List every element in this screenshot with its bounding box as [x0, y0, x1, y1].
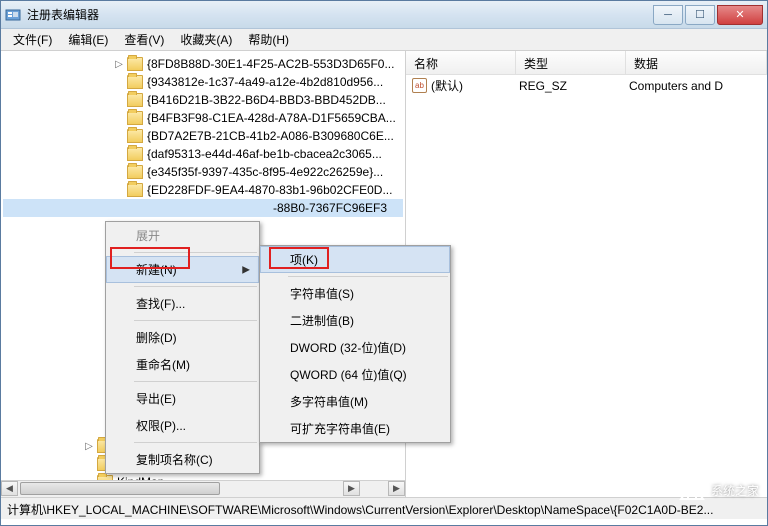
watermark-logo-icon — [679, 479, 705, 501]
folder-icon — [127, 111, 143, 125]
ctx-new-multi[interactable]: 多字符串值(M) — [260, 388, 450, 415]
menu-view[interactable]: 查看(V) — [116, 29, 172, 50]
titlebar: 注册表编辑器 ─ ☐ ✕ — [1, 1, 767, 29]
watermark: 系统之家 — [679, 479, 759, 501]
ctx-new-binary[interactable]: 二进制值(B) — [260, 307, 450, 334]
ctx-expand: 展开 — [106, 222, 259, 249]
expand-icon[interactable]: ▷ — [83, 440, 95, 452]
tree-item[interactable]: ▷{8FD8B88D-30E1-4F25-AC2B-553D3D65F0... — [3, 55, 403, 73]
app-icon — [5, 7, 21, 23]
ctx-new-dword[interactable]: DWORD (32-位)值(D) — [260, 334, 450, 361]
tree-item[interactable]: {e345f35f-9397-435c-8f95-4e922c26259e}..… — [3, 163, 403, 181]
string-value-icon: ab — [412, 78, 427, 93]
ctx-export[interactable]: 导出(E) — [106, 385, 259, 412]
menubar: 文件(F) 编辑(E) 查看(V) 收藏夹(A) 帮助(H) — [1, 29, 767, 51]
context-menu-main: 展开 新建(N)▶ 查找(F)... 删除(D) 重命名(M) 导出(E) 权限… — [105, 221, 260, 474]
content: ▷{8FD8B88D-30E1-4F25-AC2B-553D3D65F0... … — [1, 51, 767, 497]
ctx-delete[interactable]: 删除(D) — [106, 324, 259, 351]
folder-icon — [127, 93, 143, 107]
col-type[interactable]: 类型 — [516, 51, 626, 74]
col-data[interactable]: 数据 — [626, 51, 767, 74]
ctx-find[interactable]: 查找(F)... — [106, 290, 259, 317]
folder-icon — [127, 165, 143, 179]
folder-icon — [127, 129, 143, 143]
close-button[interactable]: ✕ — [717, 5, 763, 25]
window: 注册表编辑器 ─ ☐ ✕ 文件(F) 编辑(E) 查看(V) 收藏夹(A) 帮助… — [0, 0, 768, 526]
folder-icon — [127, 75, 143, 89]
folder-icon — [127, 57, 143, 71]
menu-help[interactable]: 帮助(H) — [240, 29, 297, 50]
minimize-button[interactable]: ─ — [653, 5, 683, 25]
menu-edit[interactable]: 编辑(E) — [60, 29, 116, 50]
expand-icon[interactable]: ▷ — [113, 58, 125, 70]
context-menu-new: 项(K) 字符串值(S) 二进制值(B) DWORD (32-位)值(D) QW… — [259, 245, 451, 443]
ctx-copy-key-name[interactable]: 复制项名称(C) — [106, 446, 259, 473]
maximize-button[interactable]: ☐ — [685, 5, 715, 25]
window-title: 注册表编辑器 — [27, 6, 653, 23]
menu-file[interactable]: 文件(F) — [5, 29, 60, 50]
ctx-rename[interactable]: 重命名(M) — [106, 351, 259, 378]
submenu-arrow-icon: ▶ — [242, 264, 250, 275]
folder-icon — [127, 183, 143, 197]
ctx-new-key[interactable]: 项(K) — [260, 246, 450, 273]
ctx-new-expand[interactable]: 可扩充字符串值(E) — [260, 415, 450, 442]
ctx-new-qword[interactable]: QWORD (64 位)值(Q) — [260, 361, 450, 388]
folder-icon — [127, 147, 143, 161]
ctx-new-string[interactable]: 字符串值(S) — [260, 280, 450, 307]
value-data: Computers and D — [629, 79, 723, 93]
ctx-permissions[interactable]: 权限(P)... — [106, 412, 259, 439]
tree-item[interactable]: {B4FB3F98-C1EA-428d-A78A-D1F5659CBA... — [3, 109, 403, 127]
status-path: 计算机\HKEY_LOCAL_MACHINE\SOFTWARE\Microsof… — [7, 503, 713, 517]
tree-item[interactable]: {B416D21B-3B22-B6D4-BBD3-BBD452DB... — [3, 91, 403, 109]
col-name[interactable]: 名称 — [406, 51, 516, 74]
value-row[interactable]: ab (默认) REG_SZ Computers and D — [406, 75, 767, 96]
scroll-right-icon[interactable]: ▶ — [388, 481, 405, 496]
value-type: REG_SZ — [519, 79, 629, 93]
tree-item-selected[interactable]: -88B0-7367FC96EF3 — [3, 199, 403, 217]
statusbar: 计算机\HKEY_LOCAL_MACHINE\SOFTWARE\Microsof… — [1, 497, 767, 519]
tree-item[interactable]: {ED228FDF-9EA4-4870-83b1-96b02CFE0D... — [3, 181, 403, 199]
menu-favorites[interactable]: 收藏夹(A) — [172, 29, 240, 50]
column-headers: 名称 类型 数据 — [406, 51, 767, 75]
ctx-new[interactable]: 新建(N)▶ — [106, 256, 259, 283]
values-pane: 名称 类型 数据 ab (默认) REG_SZ Computers and D … — [406, 51, 767, 497]
value-name: (默认) — [431, 77, 519, 94]
tree-item[interactable]: {daf95313-e44d-46af-be1b-cbacea2c3065... — [3, 145, 403, 163]
tree-item[interactable]: {9343812e-1c37-4a49-a12e-4b2d810d956... — [3, 73, 403, 91]
tree-item[interactable]: {BD7A2E7B-21CB-41b2-A086-B309680C6E... — [3, 127, 403, 145]
